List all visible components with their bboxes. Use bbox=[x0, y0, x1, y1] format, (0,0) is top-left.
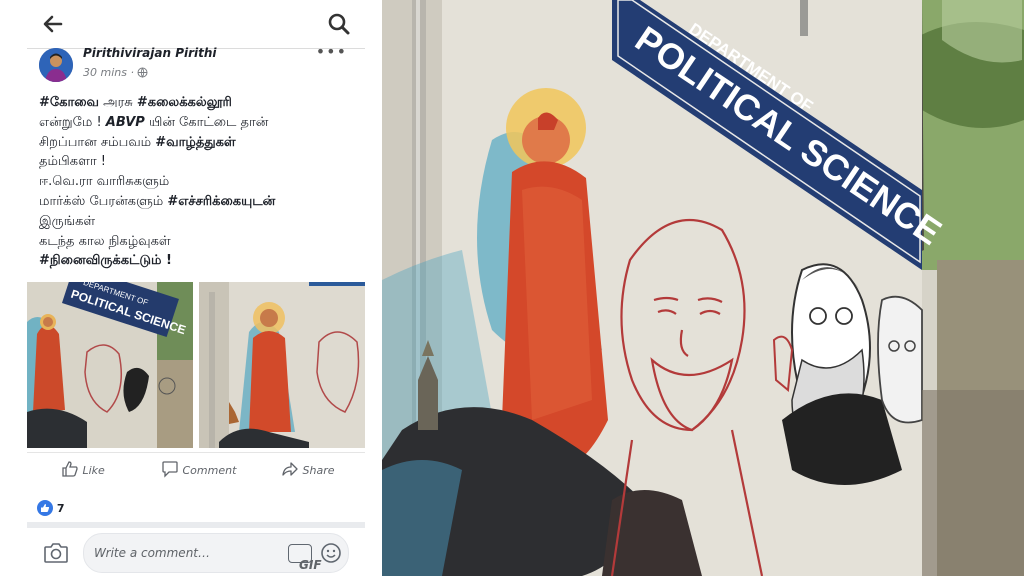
share-icon bbox=[281, 460, 299, 481]
post-actions: Like Comment Share bbox=[27, 452, 365, 487]
post-text-fragment: சிறப்பான சம்பவம் bbox=[39, 134, 156, 150]
more-options-icon[interactable]: ••• bbox=[316, 42, 347, 61]
divider bbox=[27, 522, 365, 528]
mural-photo[interactable]: DEPARTMENT OF POLITICAL SCIENCE bbox=[382, 0, 1024, 576]
search-icon[interactable] bbox=[325, 10, 353, 38]
avatar[interactable] bbox=[39, 48, 73, 82]
hashtag-link[interactable]: #நினைவிருக்கட்டும் bbox=[39, 253, 161, 268]
globe-icon bbox=[137, 67, 148, 81]
comment-input[interactable]: Write a comment… GIF bbox=[83, 533, 349, 573]
comment-placeholder: Write a comment… bbox=[94, 546, 211, 560]
share-button[interactable]: Share bbox=[281, 460, 335, 481]
post-text-line: சிறப்பான சம்பவம் #வாழ்த்துகள் bbox=[39, 133, 359, 153]
hashtag-link[interactable]: #கோவை bbox=[39, 95, 99, 110]
comment-icon bbox=[161, 460, 179, 481]
post-text-fragment: தம்பிகளா ! bbox=[39, 154, 106, 170]
like-button[interactable]: Like bbox=[61, 460, 105, 481]
facebook-post-screen: Pirithivirajan Pirithi 30 mins · ••• #கோ… bbox=[27, 0, 365, 576]
post-text-fragment: இருங்கள் bbox=[39, 213, 96, 229]
post-photo[interactable]: DEPARTMENT OF POLITICAL SCIENCE bbox=[27, 282, 193, 448]
hashtag-link[interactable]: #எச்சரிக்கையுடன் bbox=[167, 194, 275, 209]
like-reaction-icon bbox=[37, 500, 53, 519]
emoji-icon[interactable] bbox=[320, 542, 342, 568]
comment-button[interactable]: Comment bbox=[161, 460, 236, 481]
gif-button[interactable]: GIF bbox=[288, 544, 322, 572]
comment-label: Comment bbox=[182, 464, 237, 477]
post-text-fragment: ஈ.வெ.ரா வாரிசுகளும் bbox=[39, 174, 170, 190]
author-name[interactable]: Pirithivirajan Pirithi bbox=[83, 46, 217, 60]
hashtag-link[interactable]: #வாழ்த்துகள் bbox=[155, 135, 235, 150]
share-label: Share bbox=[302, 464, 335, 477]
post-text-fragment: கடந்த கால நிகழ்வுகள் bbox=[39, 233, 171, 249]
post-text-line: என்றுமே ! ABVP யின் கோட்டை தான் bbox=[39, 113, 359, 133]
post-text-line: மார்க்ஸ் பேரன்களும் #எச்சரிக்கையுடன் bbox=[39, 192, 359, 212]
thumbs-up-icon bbox=[61, 460, 79, 481]
post-header: Pirithivirajan Pirithi 30 mins · ••• bbox=[27, 42, 365, 86]
post-text-line: கடந்த கால நிகழ்வுகள் bbox=[39, 232, 359, 252]
post-text-line: தம்பிகளா ! bbox=[39, 152, 359, 172]
post-text-fragment: மார்க்ஸ் பேரன்களும் bbox=[39, 193, 168, 209]
like-label: Like bbox=[82, 464, 105, 477]
arrow-left-icon[interactable] bbox=[39, 10, 67, 38]
post-text-line: இருங்கள் bbox=[39, 212, 359, 232]
post-text-fragment: அரசு bbox=[98, 95, 137, 110]
post-text-fragment: ABVP bbox=[105, 114, 145, 130]
hashtag-link[interactable]: #கலைக்கல்லூரி bbox=[137, 95, 232, 110]
post-text-line: #நினைவிருக்கட்டும் ! bbox=[39, 251, 359, 271]
post-photo[interactable] bbox=[199, 282, 365, 448]
post-text-fragment: ! bbox=[161, 253, 172, 269]
post-time: 30 mins · bbox=[83, 66, 148, 81]
post-text-fragment: யின் கோட்டை தான் bbox=[144, 114, 269, 130]
post-text-fragment: என்றுமே ! bbox=[39, 114, 106, 130]
photo-grid: DEPARTMENT OF POLITICAL SCIENCE bbox=[27, 282, 365, 448]
post-text-line: ஈ.வெ.ரா வாரிசுகளும் bbox=[39, 172, 359, 192]
comment-composer: Write a comment… GIF bbox=[27, 530, 365, 576]
post-text-line: #கோவை அரசு #கலைக்கல்லூரி bbox=[39, 93, 359, 113]
camera-icon[interactable] bbox=[43, 541, 69, 569]
top-bar bbox=[27, 0, 365, 49]
post-text: #கோவை அரசு #கலைக்கல்லூரி என்றுமே ! ABVP ய… bbox=[39, 93, 359, 271]
reaction-count[interactable]: 7 bbox=[37, 500, 65, 519]
